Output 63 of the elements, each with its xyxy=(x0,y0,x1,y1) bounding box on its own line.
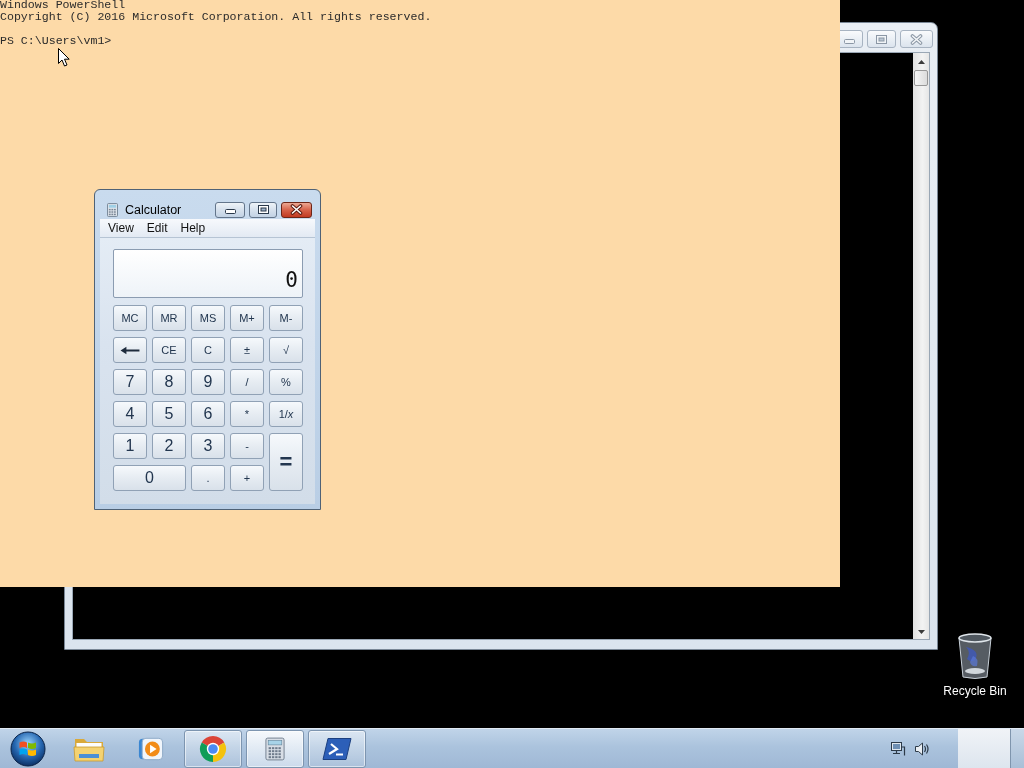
cursor-icon xyxy=(58,48,70,67)
maximize-icon xyxy=(257,205,269,214)
calculator-key[interactable]: * xyxy=(230,401,264,427)
console-line: Copyright (C) 2016 Microsoft Corporation. All rights reserved. xyxy=(0,11,432,23)
digit-key[interactable]: 5 xyxy=(152,401,186,427)
minimize-icon xyxy=(844,39,855,44)
scroll-down-arrow-icon[interactable] xyxy=(917,630,925,634)
equals-key[interactable]: = xyxy=(269,433,303,491)
blank-tray-panel xyxy=(958,729,1010,768)
calculator-key[interactable]: MC xyxy=(113,305,147,331)
close-button[interactable] xyxy=(281,201,312,218)
digit-key[interactable]: 1 xyxy=(113,433,147,459)
console-line: Windows PowerShell xyxy=(0,0,126,11)
prompt-icon xyxy=(322,736,352,761)
menu-item[interactable]: View xyxy=(102,220,140,236)
digit-key[interactable]: 4 xyxy=(113,401,147,427)
console-prompt: PS C:\Users\vm1> xyxy=(0,35,112,47)
backspace-key[interactable] xyxy=(113,337,147,363)
calculator-key[interactable]: M- xyxy=(269,305,303,331)
digit-key[interactable]: 6 xyxy=(191,401,225,427)
close-icon xyxy=(290,204,303,215)
calculator-key[interactable]: M+ xyxy=(230,305,264,331)
calculator-key[interactable]: + xyxy=(230,465,264,491)
maximize-button[interactable] xyxy=(249,201,277,218)
window-title: Calculator xyxy=(125,202,182,217)
digit-key[interactable]: 3 xyxy=(191,433,225,459)
play-icon xyxy=(138,735,164,762)
scroll-up-arrow-icon[interactable] xyxy=(917,60,925,64)
menu-item[interactable]: Edit xyxy=(140,220,174,236)
calculator-key[interactable]: - xyxy=(230,433,264,459)
minimize-button[interactable] xyxy=(215,201,245,218)
calculator-key[interactable]: . xyxy=(191,465,225,491)
calculator-key[interactable]: ± xyxy=(230,337,264,363)
calculator-key[interactable]: C xyxy=(191,337,225,363)
menu-item[interactable]: Help xyxy=(174,220,212,236)
digit-key[interactable]: 8 xyxy=(152,369,186,395)
orb-icon xyxy=(10,730,46,767)
maximize-icon xyxy=(876,34,887,44)
result-display: 0 xyxy=(113,249,303,298)
network-icon[interactable] xyxy=(890,740,906,757)
calculator-key[interactable]: CE xyxy=(152,337,186,363)
digit-key[interactable]: 0 xyxy=(113,465,186,491)
close-icon xyxy=(910,33,923,45)
calculator-key[interactable]: √ xyxy=(269,337,303,363)
segmented-circle-icon xyxy=(199,734,227,763)
calculator-icon xyxy=(265,736,285,761)
speaker-icon[interactable] xyxy=(914,740,930,757)
calculator-key[interactable]: / xyxy=(230,369,264,395)
calculator-key[interactable]: MR xyxy=(152,305,186,331)
terminal-taskbar-button[interactable] xyxy=(308,729,366,768)
calculator-key[interactable]: 1/x xyxy=(269,401,303,427)
calculator-key[interactable]: % xyxy=(269,369,303,395)
calculator-icon xyxy=(107,202,118,217)
digit-key[interactable]: 7 xyxy=(113,369,147,395)
icon-label[interactable]: Recycle Bin xyxy=(943,684,1007,698)
scrollbar-thumb[interactable] xyxy=(914,70,928,86)
minimize-icon xyxy=(224,209,236,214)
digit-key[interactable]: 2 xyxy=(152,433,186,459)
digit-key[interactable]: 9 xyxy=(191,369,225,395)
browser-taskbar-button[interactable] xyxy=(184,729,242,768)
trash-bin-icon[interactable] xyxy=(955,632,995,680)
calculator-key[interactable]: MS xyxy=(191,305,225,331)
left-arrow-icon xyxy=(120,345,140,355)
